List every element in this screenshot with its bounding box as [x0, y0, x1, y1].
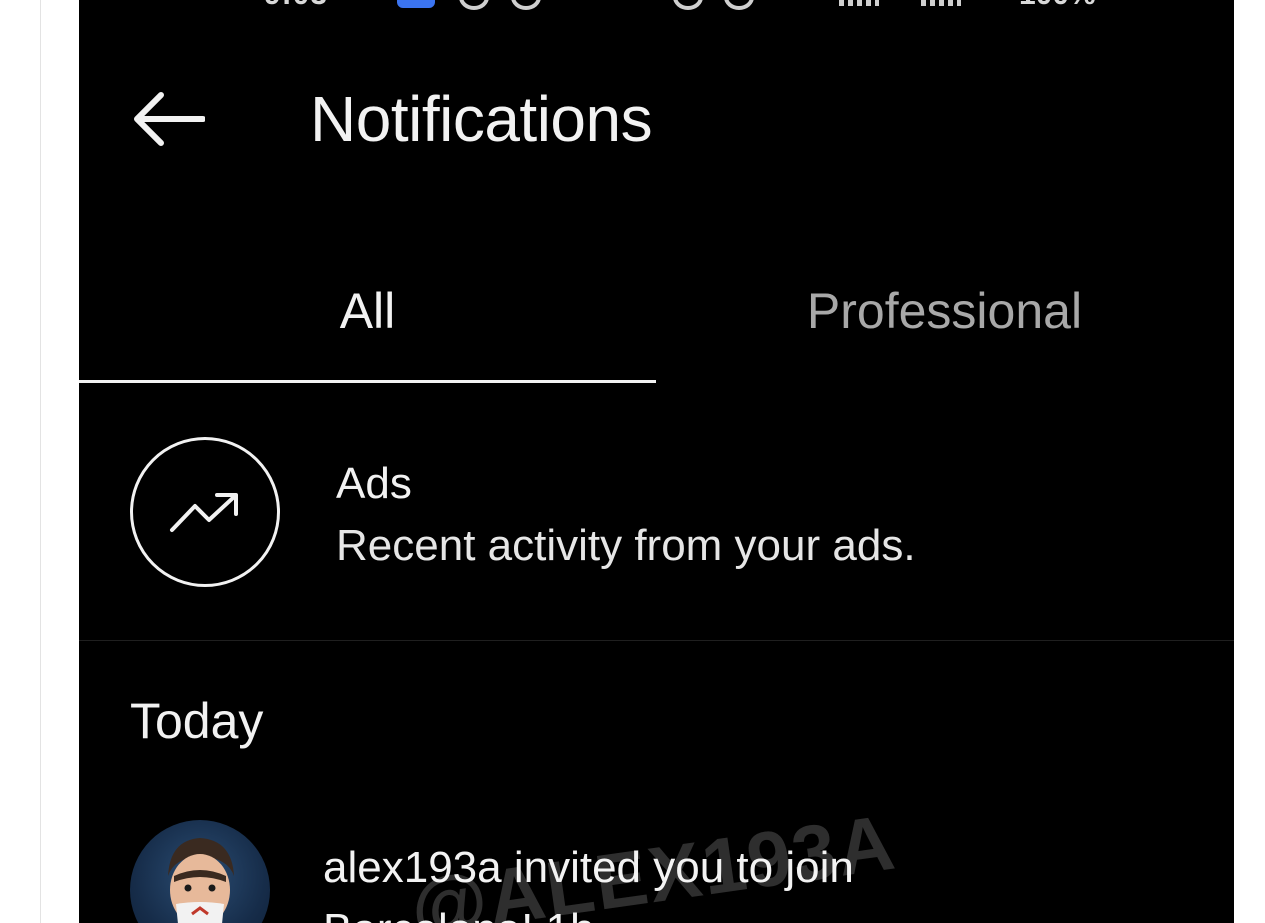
app-notification-icon [397, 0, 435, 8]
avatar[interactable] [130, 820, 270, 923]
notification-text: alex193a invited you to join Barcelona! … [323, 843, 854, 923]
notification-row[interactable]: alex193a invited you to join Barcelona! … [79, 815, 1234, 923]
section-header-today: Today [130, 693, 264, 749]
signal-icon [839, 0, 879, 6]
active-tab-indicator [79, 380, 656, 383]
top-bar: Notifications [79, 60, 1234, 180]
ads-title: Ads [336, 459, 412, 508]
sync-icon [459, 0, 489, 10]
signal-icon [921, 0, 961, 6]
page-title: Notifications [310, 83, 653, 155]
message-icon [511, 0, 541, 10]
battery-level: 100% [1019, 0, 1096, 12]
phone-screen: 9:03 100% Notifications All Professional… [79, 0, 1234, 923]
status-bar: 9:03 100% [79, 0, 1234, 11]
status-time: 9:03 [264, 0, 328, 12]
section-divider [79, 640, 1234, 641]
tab-professional[interactable]: Professional [656, 240, 1233, 382]
location-icon [724, 0, 754, 10]
ads-subtitle: Recent activity from your ads. [336, 521, 916, 570]
avatar-image [168, 838, 234, 923]
tab-bar: All Professional [79, 240, 1234, 385]
trending-up-icon [170, 493, 238, 532]
arrow-left-icon [134, 92, 205, 146]
ads-icon-circle [130, 437, 280, 587]
back-button[interactable] [127, 86, 209, 152]
page-divider-line [40, 0, 41, 923]
ads-activity-row[interactable]: Ads Recent activity from your ads. [79, 395, 1234, 640]
tab-all[interactable]: All [79, 240, 656, 382]
alarm-icon [673, 0, 703, 10]
